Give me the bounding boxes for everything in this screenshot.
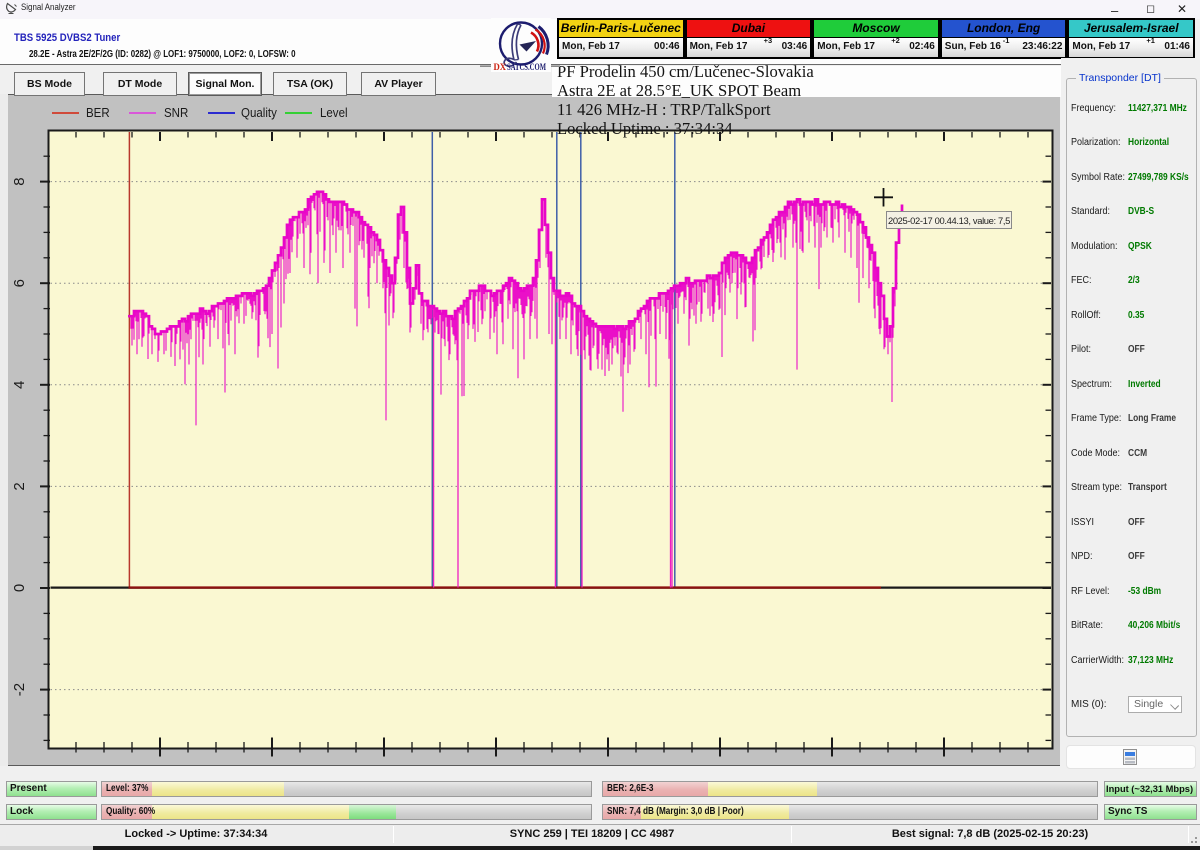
- svg-text:0: 0: [11, 584, 28, 592]
- svg-text:DX: DX: [494, 62, 507, 72]
- svg-text:4: 4: [11, 381, 28, 389]
- svg-text:SATCS.COM: SATCS.COM: [507, 62, 546, 72]
- svg-text:2: 2: [11, 482, 28, 490]
- svg-text:8: 8: [11, 177, 28, 185]
- svg-text:6: 6: [11, 279, 28, 287]
- svg-text:-2: -2: [11, 683, 28, 696]
